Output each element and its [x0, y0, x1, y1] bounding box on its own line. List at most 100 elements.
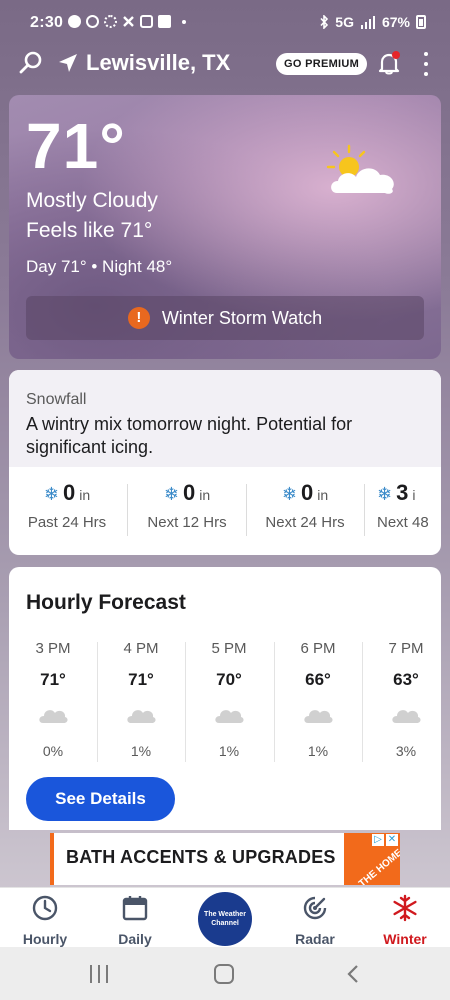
status-time: 2:30 — [30, 14, 64, 31]
calendar-icon — [122, 896, 148, 921]
hour-temp: 70° — [216, 670, 242, 689]
hour-time: 3 PM — [35, 640, 71, 657]
ad-banner[interactable]: BATH ACCENTS & UPGRADES THE HOME DEPOT ▷… — [50, 833, 400, 885]
snowfall-description: A wintry mix tomorrow night. Potential f… — [26, 414, 353, 457]
divider — [364, 484, 365, 536]
ad-choices[interactable]: ▷ ✕ — [372, 834, 398, 846]
cloud-icon — [304, 710, 333, 723]
snowfall-card[interactable]: Snowfall A wintry mix tomorrow night. Po… — [9, 370, 441, 555]
snow-amount: 0 — [62, 480, 76, 505]
hour-column[interactable]: 7 PM 63° 3% — [362, 640, 441, 764]
snowfall-title: Snowfall — [26, 391, 87, 408]
snow-unit: in — [317, 487, 329, 503]
snow-amount: 3 — [396, 480, 409, 505]
hour-temp: 71° — [40, 670, 66, 689]
location-selector[interactable]: Lewisville, TX — [58, 50, 230, 76]
feels-like: Feels like 71° — [26, 219, 153, 242]
hour-precip: 3% — [395, 743, 417, 759]
notifications-bell-icon[interactable] — [376, 50, 402, 76]
snow-period-label: Next 24 Hrs — [265, 514, 345, 531]
divider — [246, 484, 247, 536]
bluetooth-icon — [320, 15, 329, 29]
cloud-icon — [392, 710, 421, 723]
snowfall-column: ❄ 0 in Past 24 Hrs — [11, 480, 123, 540]
snow-unit: in — [199, 487, 211, 503]
app-header: Lewisville, TX GO PREMIUM — [0, 38, 450, 90]
nav-radar-label: Radar — [295, 931, 335, 947]
hour-precip: 1% — [130, 743, 152, 759]
hour-precip: 1% — [307, 743, 329, 759]
snowflake-icon: ❄ — [281, 484, 297, 504]
hour-time: 4 PM — [123, 640, 159, 657]
hourly-forecast-card[interactable]: Hourly Forecast 3 PM 71° 0% 4 PM 71° 1% … — [9, 567, 441, 830]
see-details-button[interactable]: See Details — [26, 777, 175, 821]
nav-hourly[interactable]: Hourly — [5, 894, 85, 947]
hour-time: 6 PM — [300, 640, 336, 657]
nav-winter-label: Winter — [383, 931, 427, 947]
sync-icon — [86, 15, 99, 28]
hourly-title: Hourly Forecast — [26, 591, 186, 614]
snowfall-column: ❄ 0 in Next 24 Hrs — [249, 480, 361, 540]
go-premium-button[interactable]: GO PREMIUM — [276, 53, 368, 75]
snow-unit: in — [79, 487, 91, 503]
ad-info-icon[interactable]: ▷ — [372, 834, 384, 846]
ad-close-icon[interactable]: ✕ — [386, 834, 398, 846]
hour-temp: 63° — [393, 670, 419, 689]
system-navigation-bar — [0, 947, 450, 1000]
clock-icon — [32, 895, 58, 921]
more-options-icon[interactable] — [416, 52, 436, 76]
loading-icon — [104, 15, 117, 28]
search-icon[interactable] — [18, 50, 44, 76]
nav-hourly-label: Hourly — [22, 931, 68, 947]
snow-amount: 0 — [182, 480, 196, 505]
hour-column[interactable]: 5 PM 70° 1% — [185, 640, 273, 764]
snow-period-label: Next 12 Hrs — [147, 514, 227, 531]
nav-winter[interactable]: Winter — [365, 894, 445, 947]
status-bar: 2:30 5G 67% — [0, 0, 450, 38]
location-arrow-icon — [59, 54, 77, 72]
snow-period-label: Next 48 — [377, 514, 429, 531]
radar-icon — [303, 896, 327, 920]
hour-column[interactable]: 4 PM 71° 1% — [97, 640, 185, 764]
hour-column[interactable]: 3 PM 71° 0% — [9, 640, 97, 764]
battery-icon — [416, 15, 426, 29]
back-icon[interactable] — [343, 963, 365, 985]
snowfall-amounts: ❄ 0 in Past 24 Hrs ❄ 0 in Next 12 Hrs ❄ 0 in N… — [9, 480, 441, 540]
current-condition: Mostly Cloudy — [26, 189, 158, 212]
notification-icons — [68, 15, 186, 28]
status-right: 5G 67% — [319, 14, 426, 30]
hour-precip: 0% — [42, 743, 64, 759]
hour-column[interactable]: 6 PM 66° 1% — [274, 640, 362, 764]
cloud-icon — [215, 710, 244, 723]
nav-daily[interactable]: Daily — [95, 894, 175, 947]
cloud-icon — [127, 710, 156, 723]
hour-temp: 66° — [305, 670, 331, 689]
location-name: Lewisville, TX — [86, 50, 231, 75]
snowflake-icon: ❄ — [163, 484, 179, 504]
partly-cloudy-icon — [326, 144, 394, 194]
network-type: 5G — [335, 14, 354, 30]
more-notifications-dot-icon — [182, 19, 186, 24]
weather-channel-logo[interactable]: The Weather Channel — [198, 892, 252, 946]
weather-alert-banner[interactable]: ! Winter Storm Watch — [26, 296, 424, 340]
snowflake-icon — [393, 894, 417, 922]
bottom-navigation: Hourly Daily The Weather Channel Radar W… — [0, 887, 450, 947]
alert-exclamation-icon: ! — [127, 307, 150, 329]
hour-temp: 71° — [128, 670, 154, 689]
battery-percent: 67% — [381, 14, 410, 30]
divider — [127, 484, 128, 536]
snowflake-icon: ❄ — [43, 484, 59, 504]
nav-radar[interactable]: Radar — [275, 894, 355, 947]
home-icon[interactable] — [214, 964, 234, 984]
snowfall-column: ❄ 0 in Next 12 Hrs — [131, 480, 243, 540]
current-conditions-card[interactable]: 71° Mostly Cloudy Feels like 71° Day 71°… — [9, 95, 441, 359]
hour-time: 7 PM — [388, 640, 424, 657]
alert-title: Winter Storm Watch — [161, 307, 323, 328]
snowfall-column: ❄ 3 i Next 48 — [367, 480, 441, 540]
snowflake-icon: ❄ — [377, 484, 393, 504]
account-icon — [68, 15, 81, 28]
puzzle-icon — [122, 15, 135, 28]
recent-apps-icon[interactable] — [90, 965, 108, 983]
snow-unit: i — [412, 487, 416, 503]
instagram-icon — [140, 15, 153, 28]
